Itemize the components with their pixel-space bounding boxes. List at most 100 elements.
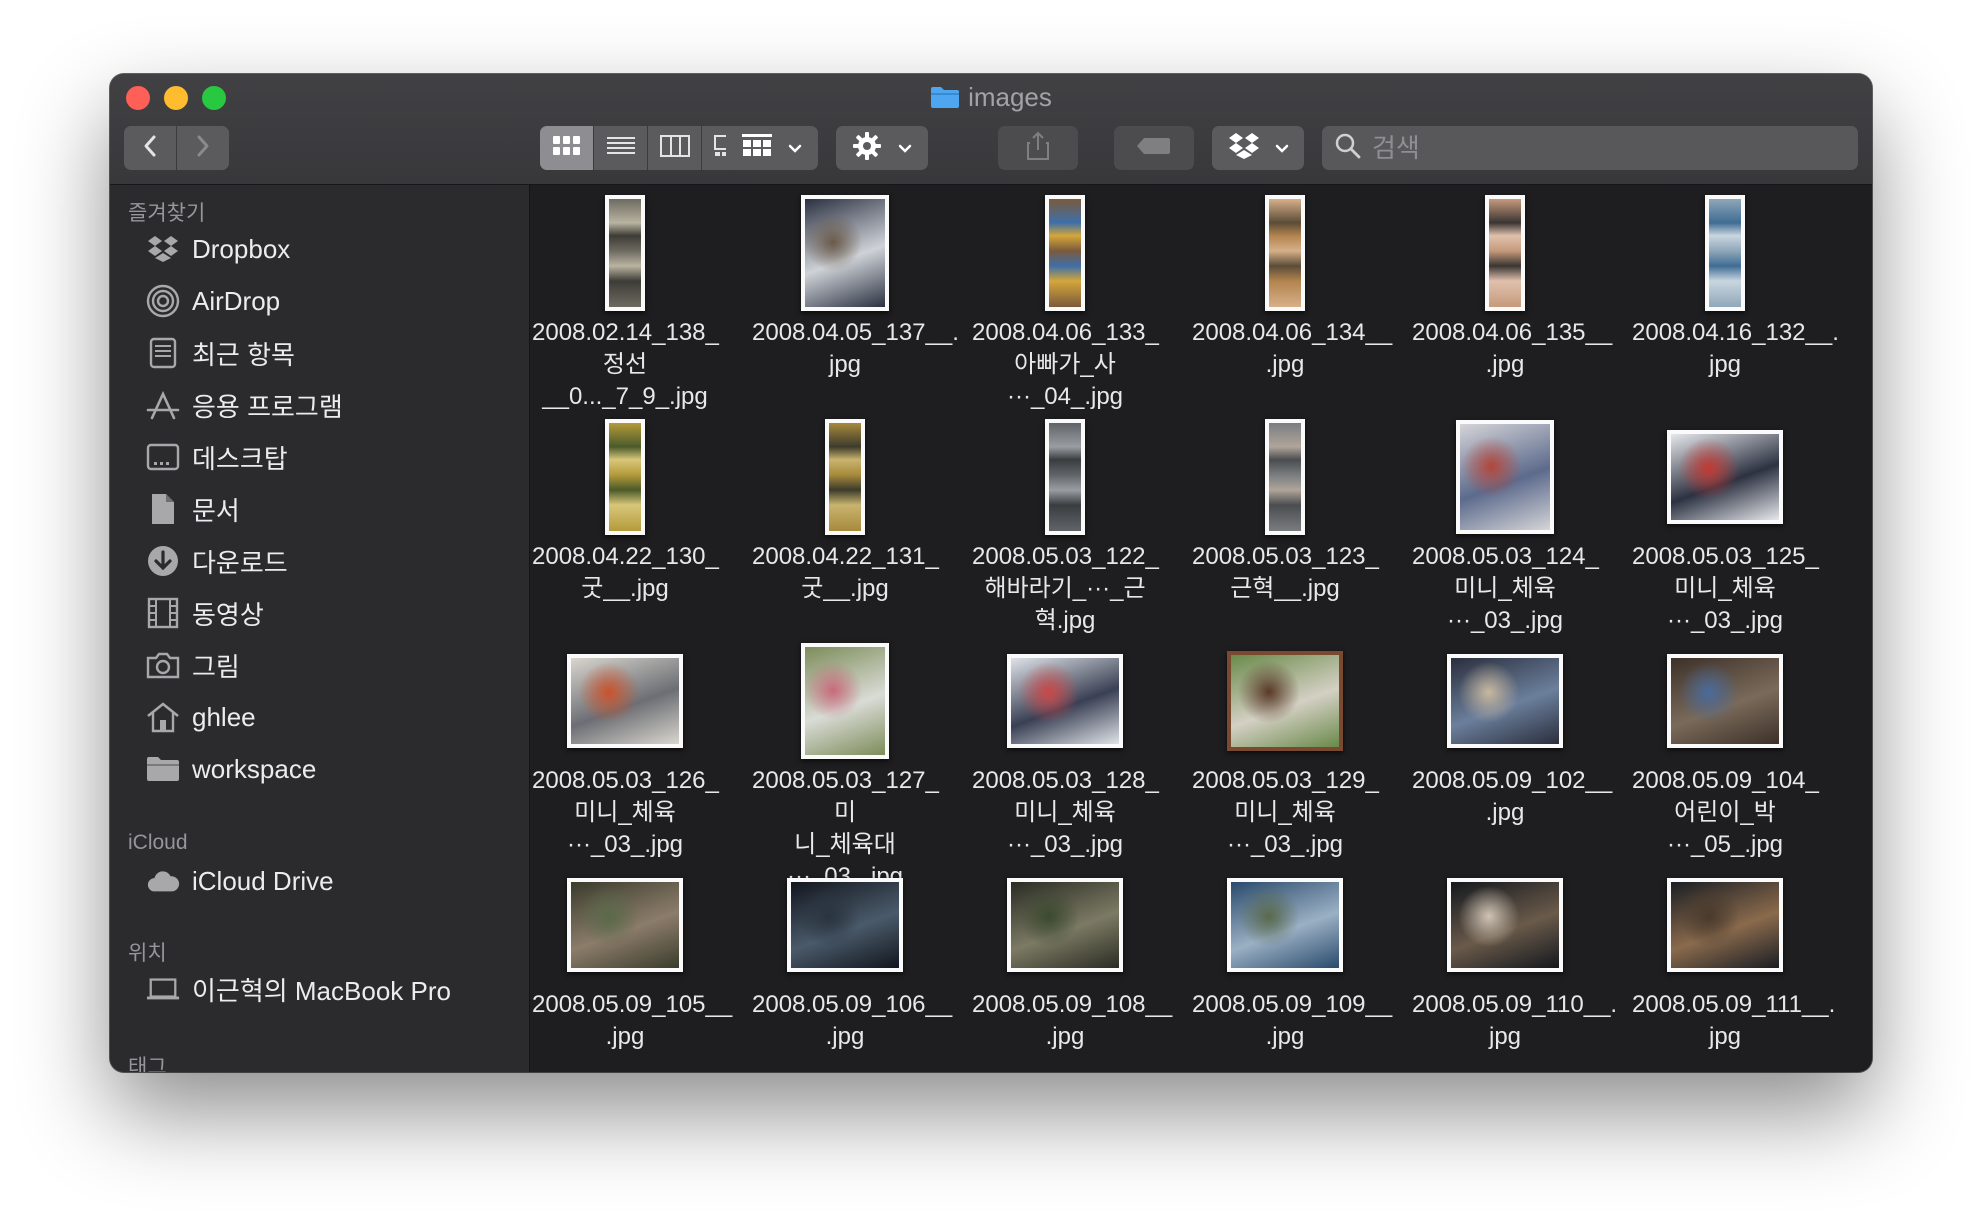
thumbnail-container (978, 873, 1152, 977)
chevron-right-icon (195, 134, 211, 162)
window-title: images (110, 82, 1872, 116)
thumbnail-container (1198, 649, 1372, 753)
column-view-icon (659, 135, 690, 161)
icon-view-button[interactable] (540, 126, 594, 170)
file-name: 2008.05.09_104_ 어린이_박···_05_.jpg (1632, 767, 1819, 858)
sidebar-item-pictures[interactable]: 그림 (146, 645, 240, 685)
sidebar-item-label: Dropbox (192, 233, 291, 264)
thumbnail-container (978, 419, 1152, 535)
file-name: 2008.04.22_130_ 굿__.jpg (532, 543, 719, 602)
image-thumbnail (1447, 878, 1563, 972)
icloud-header: iCloud (128, 831, 188, 854)
image-thumbnail (1265, 195, 1305, 311)
file-name: 2008.05.09_109__ .jpg (1192, 991, 1393, 1050)
chevron-down-icon (788, 139, 802, 158)
file-grid: 2008.02.14_138_ 정선__0..._7_9_.jpg 2008.04… (530, 185, 1872, 1072)
sidebar-item-dropbox[interactable]: Dropbox (146, 229, 290, 269)
documents-icon (146, 492, 180, 526)
file-name: 2008.05.09_106__ .jpg (752, 991, 953, 1050)
thumbnail-container (1198, 195, 1372, 311)
share-icon (1026, 131, 1050, 165)
image-thumbnail (801, 643, 889, 759)
image-thumbnail (825, 419, 865, 535)
sidebar-item-label: workspace (192, 753, 317, 784)
image-thumbnail (1227, 878, 1343, 972)
sidebar-item-downloads[interactable]: 다운로드 (146, 541, 288, 581)
sidebar-item-label: AirDrop (192, 285, 281, 316)
file-name: 2008.05.03_123_ 근혁__.jpg (1192, 543, 1379, 602)
chevron-left-icon (142, 134, 158, 162)
dropbox-menu-button[interactable] (1212, 126, 1304, 170)
tags-button[interactable] (1114, 126, 1194, 170)
thumbnail-container (538, 195, 712, 311)
thumbnail-container (758, 873, 932, 977)
image-thumbnail (1667, 878, 1783, 972)
sidebar-item-desktop[interactable]: 데스크탑 (146, 437, 288, 477)
dropbox-icon (1228, 132, 1260, 164)
image-thumbnail (567, 654, 683, 748)
sidebar-item-movies[interactable]: 동영상 (146, 593, 264, 633)
toolbar: images (110, 74, 1872, 185)
back-button[interactable] (124, 126, 176, 170)
sidebar-item-label: 데스크탑 (192, 443, 288, 474)
file-name: 2008.04.22_131_ 굿__.jpg (752, 543, 939, 602)
sidebar-item-label: 그림 (192, 651, 240, 682)
file-name: 2008.05.09_102__ .jpg (1412, 767, 1613, 826)
thumbnail-container (1418, 195, 1592, 311)
file-name: 2008.05.03_128_ 미니_체육···_03_.jpg (972, 767, 1159, 858)
sidebar-item-documents[interactable]: 문서 (146, 489, 240, 529)
file-name: 2008.05.03_124_ 미니_체육···_03_.jpg (1412, 543, 1599, 634)
sidebar-item-home[interactable]: ghlee (146, 697, 256, 737)
file-name: 2008.02.14_138_ 정선__0..._7_9_.jpg (532, 319, 719, 410)
airdrop-icon (146, 284, 180, 318)
image-thumbnail (1456, 420, 1554, 534)
share-button[interactable] (998, 126, 1078, 170)
action-menu-button[interactable] (836, 126, 928, 170)
group-by-dropdown[interactable] (726, 126, 818, 170)
folder-icon (930, 85, 960, 116)
column-view-button[interactable] (648, 126, 702, 170)
chevron-down-icon (898, 139, 912, 158)
image-thumbnail (787, 878, 903, 972)
thumbnail-container (978, 649, 1152, 753)
sidebar-item-recents[interactable]: 최근 항목 (146, 333, 295, 373)
forward-button[interactable] (177, 126, 229, 170)
gear-icon (852, 131, 882, 165)
image-thumbnail (1705, 195, 1745, 311)
movies-icon (146, 596, 180, 630)
thumbnail-container (978, 195, 1152, 311)
image-thumbnail (605, 195, 645, 311)
search-input[interactable] (1370, 131, 1834, 165)
finder-window: images 검색 즐겨찾기 Dropbox AirDrop 최근 항목 응용 … (110, 74, 1872, 1072)
folder-icon (146, 752, 180, 786)
file-name: 2008.05.09_105__ .jpg (532, 991, 733, 1050)
thumbnail-container (1638, 649, 1812, 753)
thumbnail-container (1638, 425, 1812, 529)
sidebar-item-applications[interactable]: 응용 프로그램 (146, 385, 343, 425)
search-field[interactable] (1322, 126, 1858, 170)
sidebar-item-macbook[interactable]: 이근혁의 MacBook Pro (146, 969, 451, 1009)
sidebar-item-label: 다운로드 (192, 547, 288, 578)
downloads-icon (146, 544, 180, 578)
file-name: 2008.05.03_125_ 미니_체육···_03_.jpg (1632, 543, 1819, 634)
favorites-header: 즐겨찾기 (128, 202, 206, 225)
chevron-down-icon (1275, 139, 1289, 158)
image-thumbnail (1447, 654, 1563, 748)
sidebar-item-label: 최근 항목 (192, 339, 295, 370)
thumbnail-container (1638, 873, 1812, 977)
search-icon (1334, 132, 1362, 164)
file-name: 2008.05.03_122_ 해바라기_···_근혁.jpg (972, 543, 1159, 634)
sidebar-item-workspace[interactable]: workspace (146, 749, 316, 789)
thumbnail-container (1638, 195, 1812, 311)
file-name: 2008.05.03_129_ 미니_체육···_03_.jpg (1192, 767, 1379, 858)
sidebar-item-airdrop[interactable]: AirDrop (146, 281, 280, 321)
image-thumbnail (567, 878, 683, 972)
thumbnail-container (1418, 873, 1592, 977)
sidebar-item-icloud-drive[interactable]: iCloud Drive (146, 861, 334, 901)
grid-view-icon (552, 135, 581, 161)
sidebar-item-label: 응용 프로그램 (192, 391, 343, 422)
cloud-icon (146, 864, 180, 898)
home-icon (146, 700, 180, 734)
list-view-button[interactable] (594, 126, 648, 170)
image-thumbnail (1485, 195, 1525, 311)
